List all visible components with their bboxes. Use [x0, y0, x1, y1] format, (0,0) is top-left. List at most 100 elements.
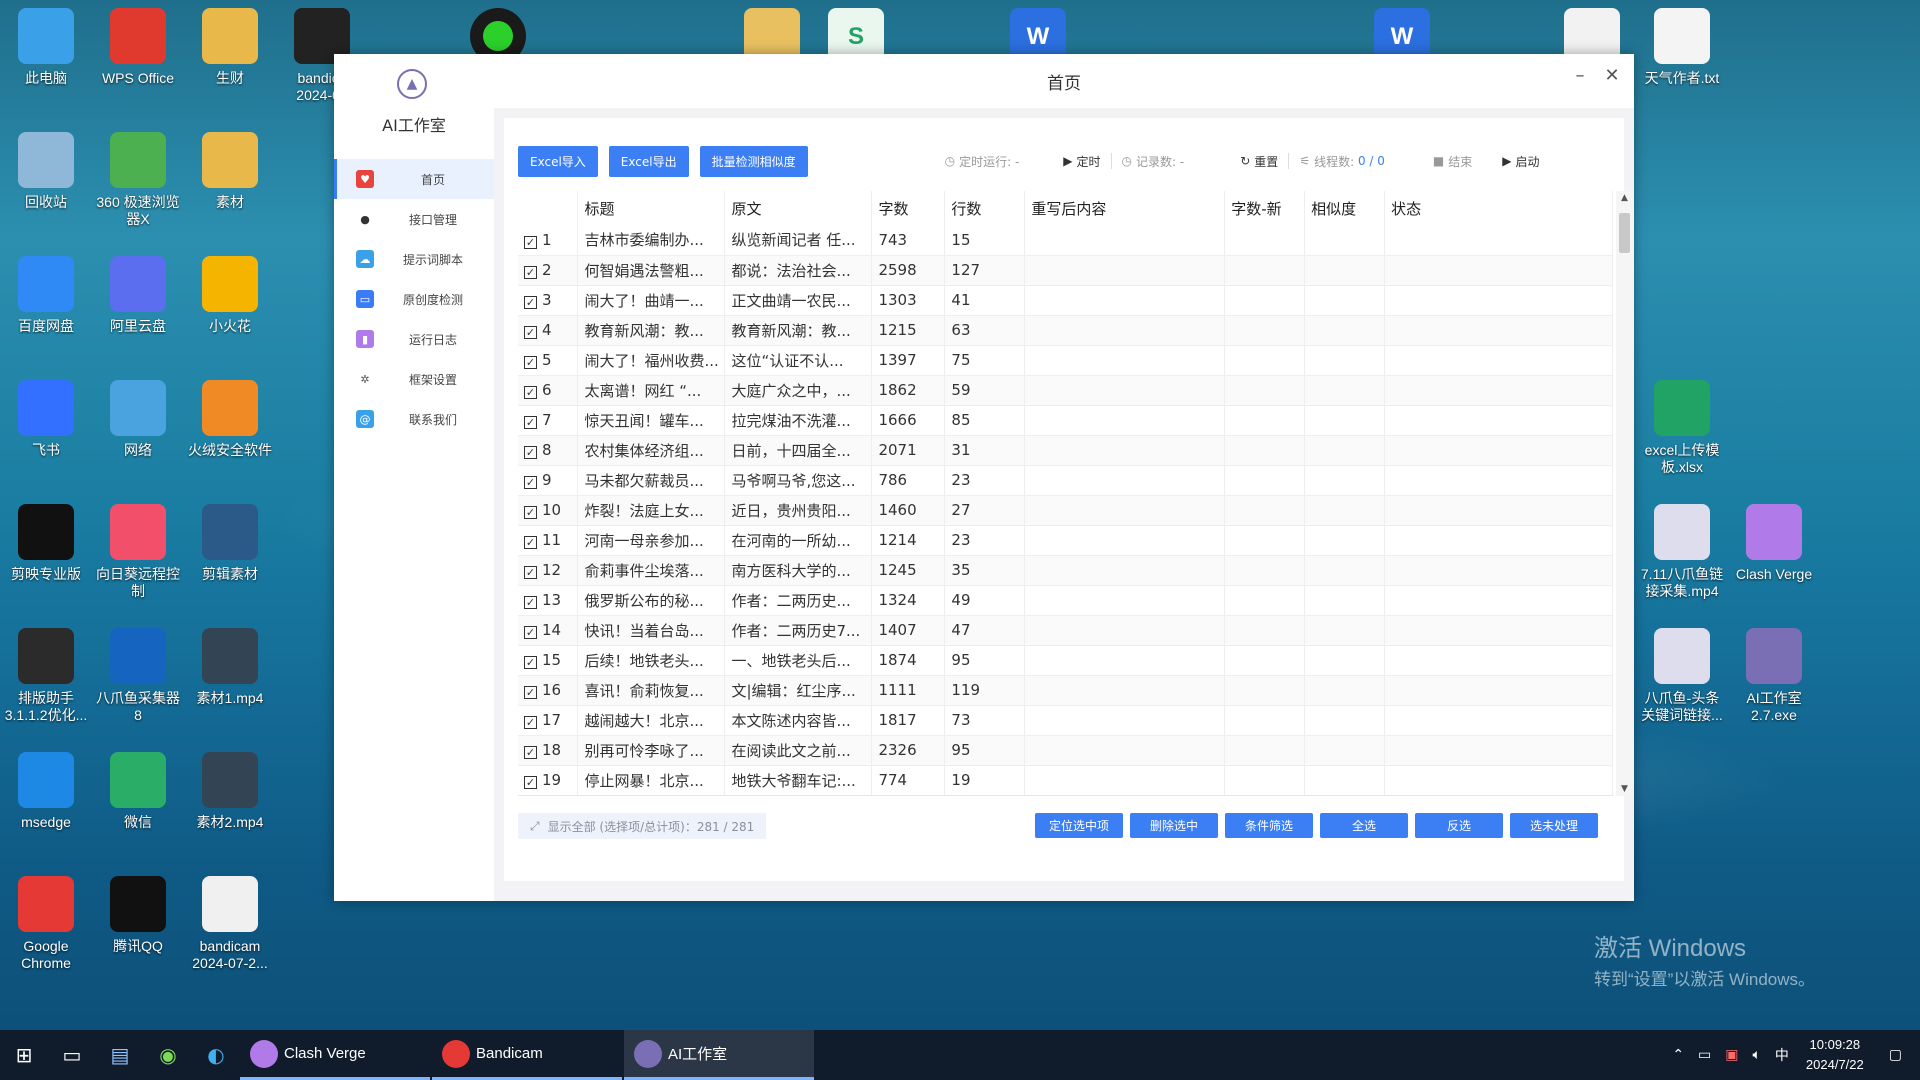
close-button[interactable]: ✕: [1598, 62, 1626, 90]
row-select-cell[interactable]: ✓ 4: [518, 315, 579, 346]
desktop-icon[interactable]: AI工作室 2.7.exe: [1728, 628, 1820, 724]
checkbox-checked-icon[interactable]: ✓: [524, 266, 537, 279]
table-row[interactable]: ✓ 9 马未都欠薪裁员... 马爷啊马爷,您这... 786 23: [518, 465, 1613, 496]
row-select-cell[interactable]: ✓ 16: [518, 675, 579, 706]
notification-icon[interactable]: ▢: [1889, 1047, 1902, 1063]
checkbox-checked-icon[interactable]: ✓: [524, 596, 537, 609]
checkbox-checked-icon[interactable]: ✓: [524, 716, 537, 729]
column-header[interactable]: 字数: [871, 191, 946, 225]
row-select-cell[interactable]: ✓ 10: [518, 495, 579, 526]
desktop-icon[interactable]: 小火花: [184, 256, 276, 335]
table-row[interactable]: ✓ 1 吉林市委编制办... 纵览新闻记者 任... 743 15: [518, 225, 1613, 256]
desktop-icon[interactable]: WPS Office: [92, 8, 184, 87]
taskbar-app[interactable]: Clash Verge: [240, 1030, 430, 1080]
checkbox-checked-icon[interactable]: ✓: [524, 566, 537, 579]
checkbox-checked-icon[interactable]: ✓: [524, 506, 537, 519]
desktop-icon[interactable]: 天气作者.txt: [1636, 8, 1728, 87]
excel-export-button[interactable]: Excel导出: [608, 145, 689, 177]
row-select-cell[interactable]: ✓ 11: [518, 525, 579, 556]
clock[interactable]: 10:09:28 2024/7/22: [1806, 1035, 1864, 1075]
row-select-cell[interactable]: ✓ 14: [518, 615, 579, 646]
desktop-icon[interactable]: 360 极速浏览 器X: [92, 132, 184, 228]
desktop-icon[interactable]: 阿里云盘: [92, 256, 184, 335]
checkbox-checked-icon[interactable]: ✓: [524, 656, 537, 669]
column-header[interactable]: 标题: [577, 191, 726, 225]
file-explorer-icon[interactable]: ▤: [96, 1030, 144, 1080]
table-row[interactable]: ✓ 11 河南一母亲参加... 在河南的一所幼... 1214 23: [518, 525, 1613, 556]
360-browser-icon[interactable]: ◉: [144, 1030, 192, 1080]
security-icon[interactable]: ▣: [1725, 1047, 1738, 1063]
chevron-up-icon[interactable]: ⌃: [1672, 1047, 1684, 1063]
sidebar-item[interactable]: @ 联系我们: [334, 399, 494, 439]
table-row[interactable]: ✓ 8 农村集体经济组... 日前，十四届全... 2071 31: [518, 435, 1613, 466]
checkbox-checked-icon[interactable]: ✓: [524, 416, 537, 429]
desktop-icon[interactable]: 百度网盘: [0, 256, 92, 335]
batch-similarity-button[interactable]: 批量检测相似度: [699, 145, 808, 177]
timer-button[interactable]: ▶ 定时: [1063, 153, 1100, 170]
desktop-icon[interactable]: 微信: [92, 752, 184, 831]
network-icon[interactable]: ▭: [1698, 1047, 1711, 1063]
table-row[interactable]: ✓ 3 闹大了！曲靖一... 正文曲靖一农民... 1303 41: [518, 285, 1613, 316]
column-header[interactable]: 重写后内容: [1024, 191, 1226, 225]
checkbox-checked-icon[interactable]: ✓: [524, 446, 537, 459]
sidebar-item[interactable]: ✲ 框架设置: [334, 359, 494, 399]
sidebar-item[interactable]: ☁ 提示词脚本: [334, 239, 494, 279]
table-row[interactable]: ✓ 4 教育新风潮：教... 教育新风潮：教... 1215 63: [518, 315, 1613, 346]
row-select-cell[interactable]: ✓ 6: [518, 375, 579, 406]
desktop-icon[interactable]: 飞书: [0, 380, 92, 459]
desktop-icon[interactable]: Clash Verge: [1728, 504, 1820, 583]
row-select-cell[interactable]: ✓ 9: [518, 465, 579, 496]
row-select-cell[interactable]: ✓ 2: [518, 255, 579, 286]
desktop-icon[interactable]: 回收站: [0, 132, 92, 211]
desktop-icon[interactable]: 八爪鱼采集器 8: [92, 628, 184, 724]
edge-icon[interactable]: ◐: [192, 1030, 240, 1080]
desktop-icon[interactable]: 素材1.mp4: [184, 628, 276, 707]
locate-selected-button[interactable]: 定位选中项: [1035, 813, 1123, 838]
minimize-button[interactable]: –: [1566, 62, 1594, 90]
checkbox-checked-icon[interactable]: ✓: [524, 776, 537, 789]
row-select-cell[interactable]: ✓ 7: [518, 405, 579, 436]
desktop-icon[interactable]: 7.11八爪鱼链 接采集.mp4: [1636, 504, 1728, 600]
desktop-icon[interactable]: 火绒安全软件: [184, 380, 276, 459]
column-header[interactable]: 行数: [944, 191, 1026, 225]
sidebar-item[interactable]: ▭ 原创度检测: [334, 279, 494, 319]
column-header[interactable]: 相似度: [1304, 191, 1386, 225]
checkbox-checked-icon[interactable]: ✓: [524, 356, 537, 369]
invert-selection-button[interactable]: 反选: [1415, 813, 1503, 838]
filter-button[interactable]: 条件筛选: [1225, 813, 1313, 838]
taskbar-app[interactable]: AI工作室: [624, 1030, 814, 1080]
checkbox-checked-icon[interactable]: ✓: [524, 746, 537, 759]
row-select-cell[interactable]: ✓ 1: [518, 225, 579, 256]
table-row[interactable]: ✓ 12 俞莉事件尘埃落... 南方医科大学的... 1245 35: [518, 555, 1613, 586]
table-row[interactable]: ✓ 6 太离谱！网红 “... 大庭广众之中，... 1862 59: [518, 375, 1613, 406]
row-select-cell[interactable]: ✓ 15: [518, 645, 579, 676]
table-row[interactable]: ✓ 15 后续！地铁老头... 一、地铁老头后... 1874 95: [518, 645, 1613, 676]
task-view-icon[interactable]: ▭: [48, 1030, 96, 1080]
checkbox-checked-icon[interactable]: ✓: [524, 386, 537, 399]
scroll-down-icon[interactable]: ▼: [1616, 784, 1633, 794]
table-row[interactable]: ✓ 10 炸裂！法庭上女... 近日，贵州贵阳... 1460 27: [518, 495, 1613, 526]
desktop-icon[interactable]: 八爪鱼-头条 关键词链接...: [1636, 628, 1728, 724]
sidebar-item[interactable]: ♥ 首页: [334, 159, 494, 199]
table-row[interactable]: ✓ 7 惊天丑闻！罐车... 拉完煤油不洗灌... 1666 85: [518, 405, 1613, 436]
reset-button[interactable]: ↻ 重置: [1240, 153, 1278, 170]
excel-import-button[interactable]: Excel导入: [518, 145, 598, 177]
table-row[interactable]: ✓ 19 停止网暴！北京... 地铁大爷翻车记:... 774 19: [518, 765, 1613, 795]
select-all-button[interactable]: 全选: [1320, 813, 1408, 838]
select-unprocessed-button[interactable]: 选未处理: [1510, 813, 1598, 838]
row-select-cell[interactable]: ✓ 13: [518, 585, 579, 616]
checkbox-checked-icon[interactable]: ✓: [524, 296, 537, 309]
desktop-icon[interactable]: 向日葵远程控 制: [92, 504, 184, 600]
start-button[interactable]: ▶ 启动: [1502, 153, 1539, 170]
desktop-icon[interactable]: 网络: [92, 380, 184, 459]
row-select-cell[interactable]: ✓ 17: [518, 705, 579, 736]
desktop-icon[interactable]: 剪映专业版: [0, 504, 92, 583]
column-header[interactable]: 状态: [1384, 191, 1613, 225]
taskbar-app[interactable]: Bandicam: [432, 1030, 622, 1080]
table-row[interactable]: ✓ 14 快讯！当着台岛... 作者：二两历史7... 1407 47: [518, 615, 1613, 646]
checkbox-checked-icon[interactable]: ✓: [524, 536, 537, 549]
checkbox-checked-icon[interactable]: ✓: [524, 476, 537, 489]
table-row[interactable]: ✓ 2 何智娟遇法警粗... 都说：法治社会... 2598 127: [518, 255, 1613, 286]
sidebar-item[interactable]: ● 接口管理: [334, 199, 494, 239]
windows-start-icon[interactable]: ⊞: [0, 1030, 48, 1080]
